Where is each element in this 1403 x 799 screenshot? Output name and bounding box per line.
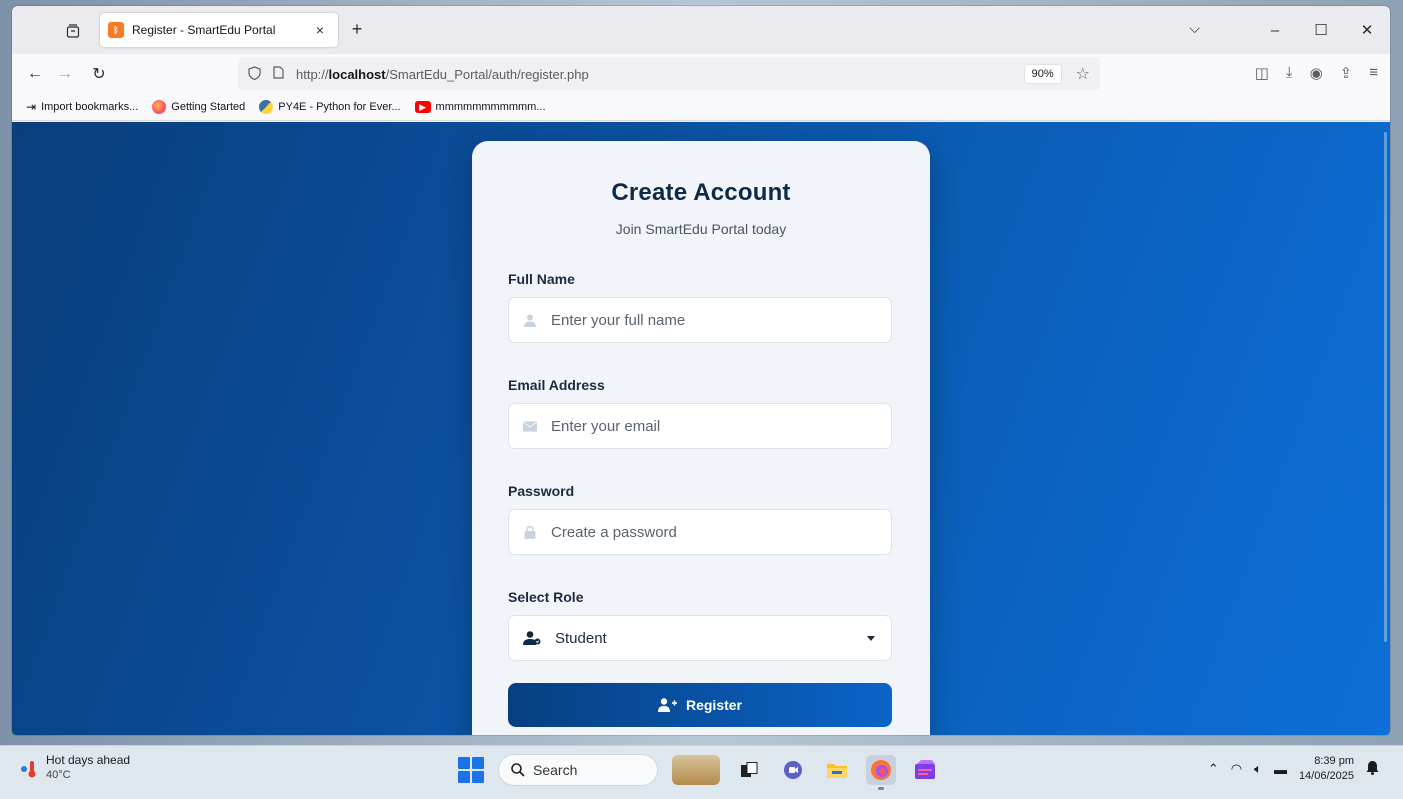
user-plus-icon [657, 698, 677, 712]
downloads-icon[interactable]: ⤓ [1286, 64, 1293, 82]
tab-title: Register - SmartEdu Portal [132, 23, 276, 37]
windows-start-icon[interactable] [458, 757, 484, 783]
search-icon [511, 763, 525, 777]
battery-icon[interactable]: ▬ [1274, 762, 1287, 777]
tab-register[interactable]: ᛒ Register - SmartEdu Portal × [100, 13, 338, 47]
list-tabs-icon[interactable]: ⌵ [1189, 20, 1200, 37]
page-subtitle: Join SmartEdu Portal today [615, 221, 787, 237]
browser-window: ᛒ Register - SmartEdu Portal × + ⌵ – ☐ ✕… [12, 6, 1390, 735]
password-label: Password [508, 483, 575, 499]
firefox-taskbar-icon[interactable] [866, 755, 896, 790]
full-name-input[interactable]: Enter your full name [508, 297, 892, 343]
chevron-down-icon [867, 635, 875, 641]
widgets-app-icon[interactable] [672, 755, 720, 785]
lock-icon [523, 525, 537, 539]
page-scrollbar[interactable] [1384, 132, 1387, 642]
role-label: Select Role [508, 589, 584, 605]
shield-icon[interactable] [248, 65, 261, 83]
user-icon [523, 313, 537, 327]
bookmark-star-icon[interactable]: ☆ [1076, 64, 1090, 84]
pocket-icon[interactable]: ◫ [1255, 64, 1269, 82]
full-name-label: Full Name [508, 271, 575, 287]
menu-icon[interactable]: ≡ [1369, 64, 1378, 82]
bookmarks-toolbar: ⇥ Import bookmarks... Getting Started PY… [12, 94, 1390, 121]
back-icon[interactable]: ← [22, 61, 48, 87]
tab-strip: ᛒ Register - SmartEdu Portal × + ⌵ – ☐ ✕ [12, 6, 1390, 54]
password-placeholder: Create a password [551, 523, 677, 541]
extensions-icon[interactable]: ⇪ [1340, 64, 1353, 82]
clock[interactable]: 8:39 pm 14/06/2025 [1299, 754, 1354, 784]
bookmark-label: PY4E - Python for Ever... [278, 101, 401, 113]
taskbar-search[interactable]: Search [498, 754, 658, 786]
user-graduate-icon [523, 631, 541, 645]
bookmark-label: Getting Started [171, 101, 246, 113]
new-tab-button[interactable]: + [345, 19, 369, 40]
weather-temp: 40°C [46, 769, 71, 781]
weather-widget[interactable]: Hot days ahead 40°C [20, 753, 130, 783]
bookmark-py4e[interactable]: PY4E - Python for Ever... [259, 100, 401, 114]
tab-overview-icon[interactable] [62, 20, 84, 42]
close-window-icon[interactable]: ✕ [1344, 6, 1390, 54]
nav-bar: ← → ↻ http://localhost/SmartEdu_Portal/a… [12, 54, 1390, 94]
role-select[interactable]: Student [508, 615, 892, 661]
weather-title: Hot days ahead [46, 753, 131, 767]
python-icon [259, 100, 274, 114]
show-hidden-icons-icon[interactable]: ⌃ [1208, 761, 1219, 777]
xampp-favicon-icon: ᛒ [108, 22, 124, 38]
role-selected-value: Student [555, 629, 607, 647]
bookmark-youtube[interactable]: ▶ mmmmmmmmmmm... [414, 101, 546, 113]
youtube-icon: ▶ [414, 101, 431, 113]
register-card: Create Account Join SmartEdu Portal toda… [472, 141, 930, 735]
reload-icon[interactable]: ↻ [86, 61, 112, 87]
close-tab-icon[interactable]: × [310, 22, 330, 38]
url-text[interactable]: http://localhost/SmartEdu_Portal/auth/re… [296, 67, 1024, 82]
firefox-icon [152, 100, 167, 114]
bookmark-import[interactable]: ⇥ Import bookmarks... [26, 100, 138, 114]
bookmark-label: mmmmmmmmmmm... [435, 101, 546, 113]
clock-date: 14/06/2025 [1298, 770, 1354, 782]
maximize-icon[interactable]: ☐ [1298, 6, 1344, 54]
page-icon[interactable] [273, 66, 284, 82]
account-icon[interactable]: ◉ [1310, 64, 1323, 82]
active-indicator [878, 787, 884, 790]
zoom-badge[interactable]: 90% [1023, 64, 1062, 84]
file-explorer-icon[interactable] [822, 755, 852, 785]
bookmark-label: Import bookmarks... [41, 101, 139, 113]
taskbar: Hot days ahead 40°C Search ⌃ ◠ 🔈︎ ▬ 8:39… [0, 745, 1403, 799]
weather-text: Hot days ahead 40°C [46, 753, 130, 783]
page-title: Create Account [611, 179, 791, 206]
email-placeholder: Enter your email [551, 417, 661, 435]
full-name-placeholder: Enter your full name [551, 311, 686, 329]
clipchamp-icon[interactable] [910, 755, 940, 785]
search-label: Search [533, 762, 578, 778]
register-label: Register [685, 697, 743, 713]
url-bar[interactable]: http://localhost/SmartEdu_Portal/auth/re… [238, 58, 1100, 90]
forward-icon[interactable]: → [52, 61, 78, 87]
register-button[interactable]: Register [508, 683, 892, 727]
import-icon: ⇥ [26, 100, 37, 114]
wifi-icon[interactable]: ◠ [1231, 761, 1242, 777]
clock-time: 8:39 pm [1314, 755, 1354, 767]
email-field[interactable]: Enter your email [508, 403, 892, 449]
task-view-icon[interactable] [734, 755, 764, 785]
url-path: /SmartEdu_Portal/auth/register.php [385, 66, 589, 82]
notification-bell-icon[interactable] [1366, 760, 1379, 778]
volume-icon[interactable]: 🔈︎ [1254, 761, 1262, 777]
bookmark-getting-started[interactable]: Getting Started [152, 100, 245, 114]
url-host: localhost [328, 66, 386, 82]
minimize-icon[interactable]: – [1252, 6, 1298, 54]
teams-chat-icon[interactable] [778, 755, 808, 785]
envelope-icon [523, 419, 537, 433]
system-tray: ⌃ ◠ 🔈︎ ▬ 8:39 pm 14/06/2025 [1208, 754, 1379, 784]
taskbar-apps: Search [458, 754, 940, 790]
email-label: Email Address [508, 377, 605, 393]
page-content: Create Account Join SmartEdu Portal toda… [12, 122, 1390, 735]
thermometer-icon [20, 759, 38, 778]
password-field[interactable]: Create a password [508, 509, 892, 555]
url-prefix: http:// [296, 66, 329, 82]
